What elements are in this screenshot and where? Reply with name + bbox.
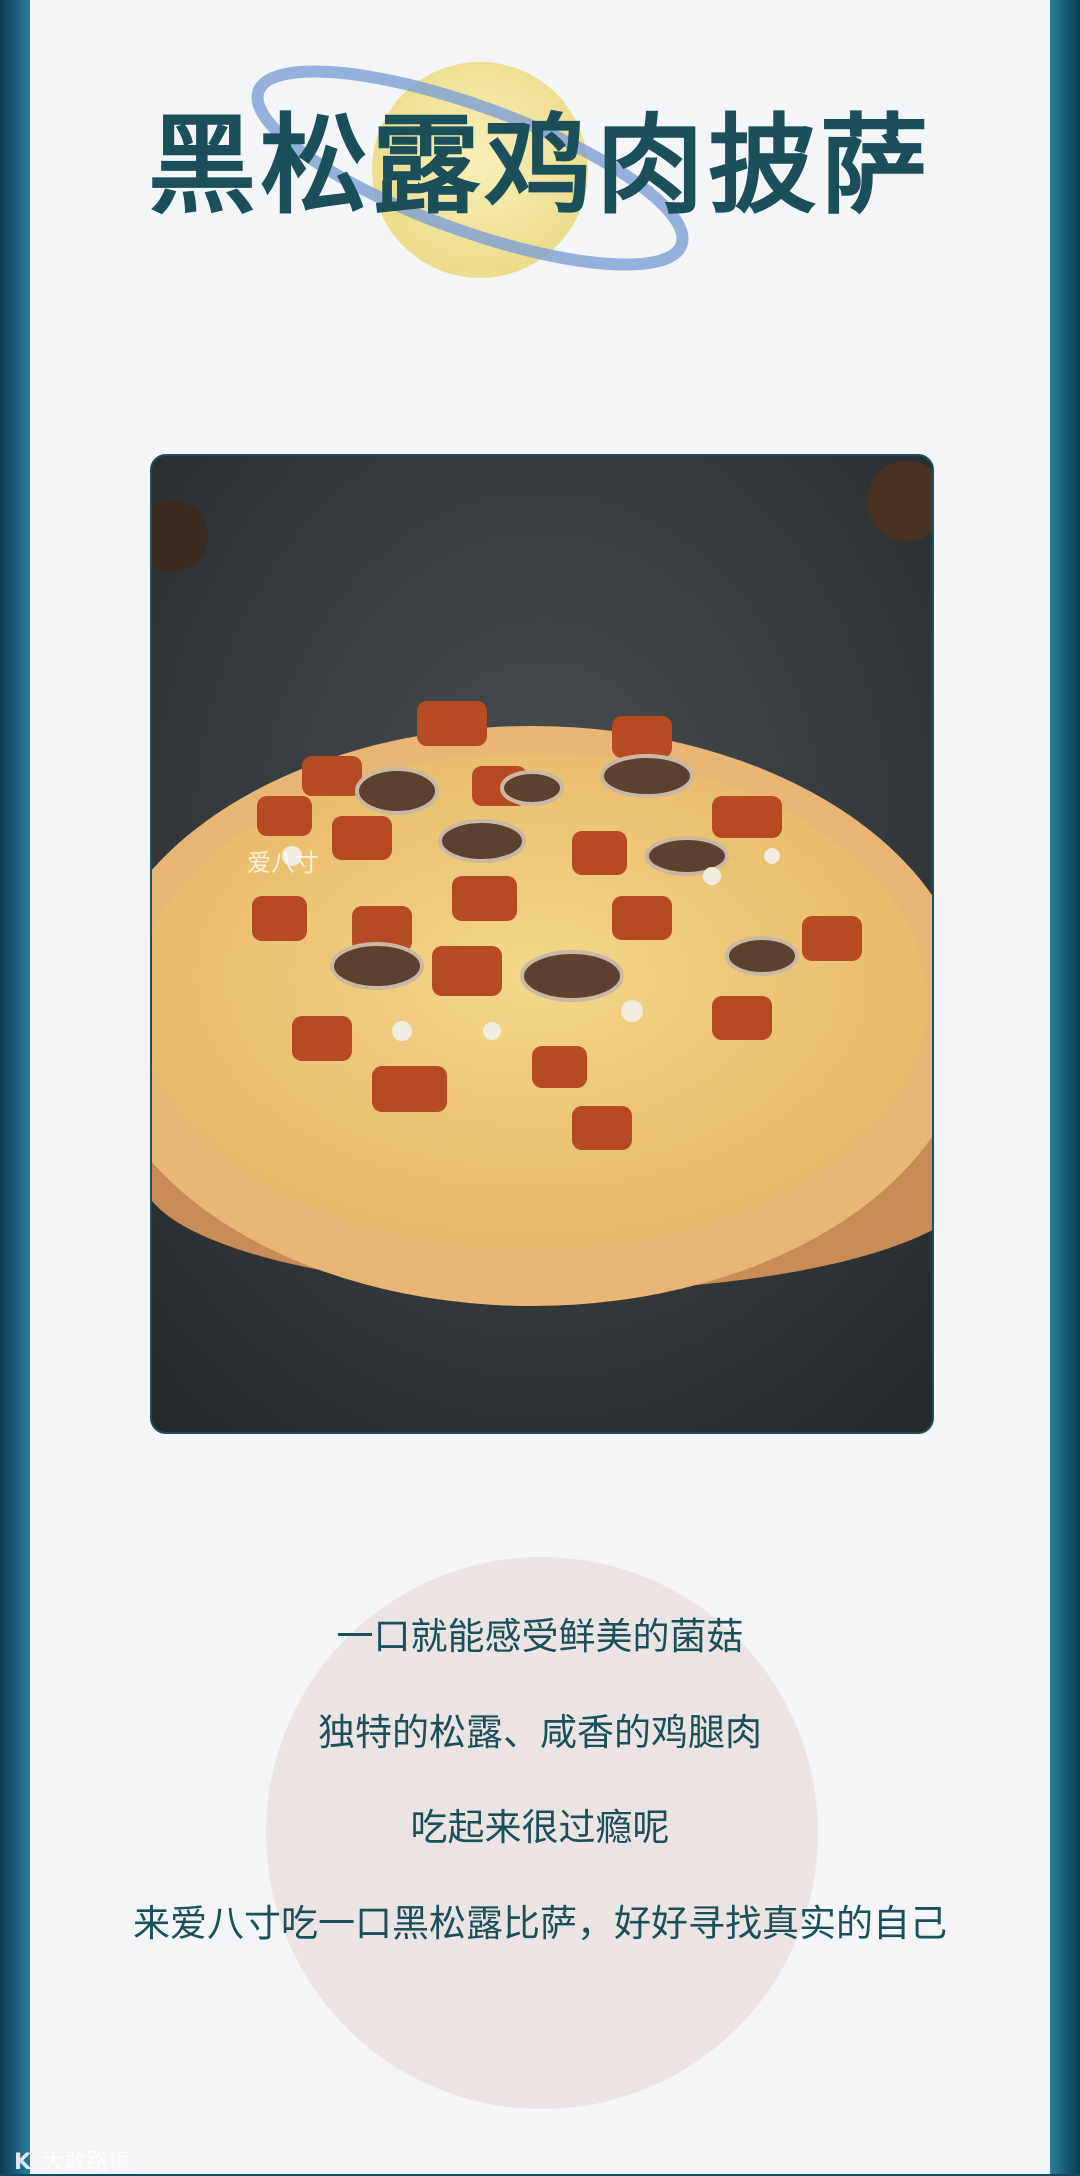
- footer-watermark: K 大敢路境: [14, 2144, 130, 2176]
- photo-watermark: 爱八寸: [247, 849, 319, 877]
- description-line-2: 独特的松露、咸香的鸡腿肉: [318, 1711, 762, 1754]
- watermark-logo-icon: K: [14, 2150, 32, 2175]
- description-line-3: 吃起来很过瘾呢: [410, 1806, 670, 1849]
- watermark-label: 大敢路境: [42, 2150, 131, 2175]
- page-title: 黑松露鸡肉披萨: [147, 103, 932, 229]
- description-line-4: 来爱八寸吃一口黑松露比萨，好好寻找真实的自己: [133, 1902, 947, 1945]
- pizza-photo: 爱八寸: [150, 454, 934, 1434]
- description-line-1: 一口就能感受鲜美的菌菇: [336, 1615, 744, 1658]
